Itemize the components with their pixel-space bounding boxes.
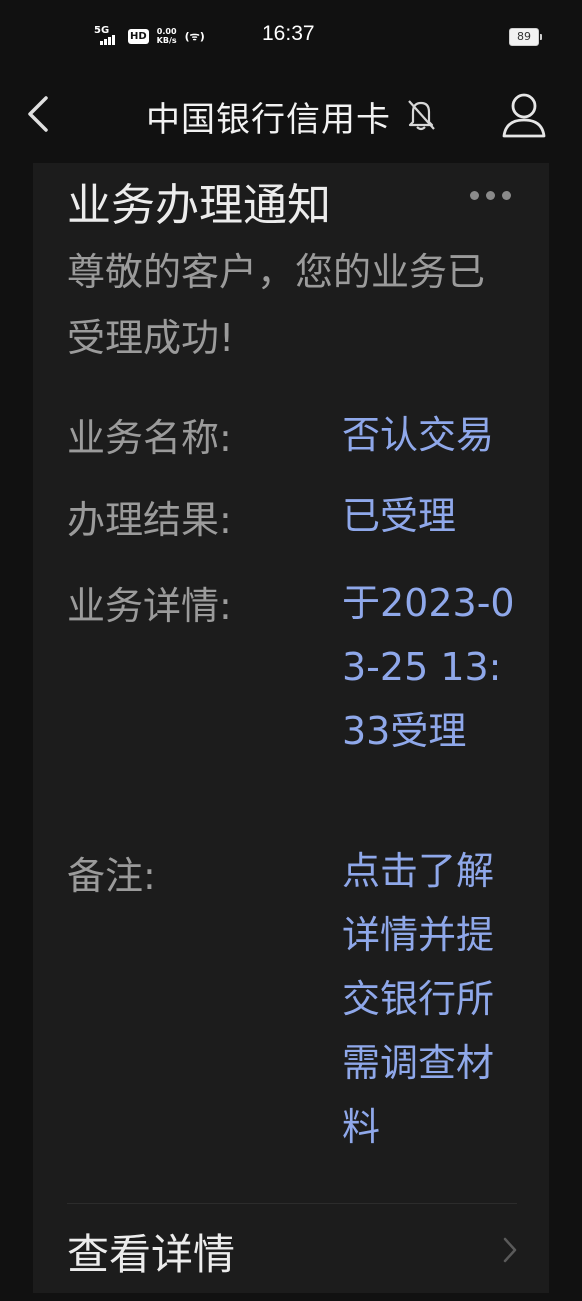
- view-details-label: 查看详情: [67, 1230, 236, 1279]
- status-icons: 5G HD 0.00 KB/s (ᯤ): [94, 24, 205, 48]
- row-value-result: 已受理: [342, 494, 457, 538]
- intro-text: 尊敬的客户，您的业务已受理成功!: [67, 250, 486, 360]
- row-label-business-name: 业务名称:: [67, 416, 232, 460]
- battery-icon: 89: [509, 28, 542, 46]
- chat-header: 中国银行信用卡: [0, 74, 582, 156]
- more-options-icon[interactable]: [470, 189, 516, 201]
- back-arrow-icon[interactable]: [24, 94, 56, 134]
- status-time: 16:37: [262, 22, 315, 45]
- mute-bell-icon: [408, 100, 435, 131]
- net-speed: 0.00 KB/s: [156, 27, 177, 45]
- notification-card: 业务办理通知 尊敬的客户，您的业务已受理成功! 业务名称: 否认交易 办理结果:…: [33, 163, 549, 1293]
- profile-icon[interactable]: [500, 92, 548, 138]
- row-value-business-name: 否认交易: [342, 413, 495, 457]
- chevron-right-icon: [503, 1237, 517, 1263]
- page-title: 中国银行信用卡: [146, 100, 391, 140]
- row-label-details: 业务详情:: [67, 584, 232, 628]
- signal-icon: 5G: [94, 25, 120, 47]
- row-value-details: 于2023-03-25 13:33受理: [342, 581, 515, 753]
- hd-icon: HD: [128, 28, 149, 44]
- card-title: 业务办理通知: [67, 180, 331, 231]
- row-label-remark: 备注:: [67, 854, 156, 898]
- status-bar: 5G HD 0.00 KB/s (ᯤ) 16:37 89: [0, 0, 582, 74]
- row-label-result: 办理结果:: [67, 498, 232, 542]
- view-details-link[interactable]: 查看详情: [33, 1221, 549, 1301]
- wifi-call-icon: (ᯤ): [184, 29, 205, 43]
- row-value-remark[interactable]: 点击了解详情并提交银行所需调查材料: [342, 839, 522, 1159]
- divider: [67, 1203, 517, 1204]
